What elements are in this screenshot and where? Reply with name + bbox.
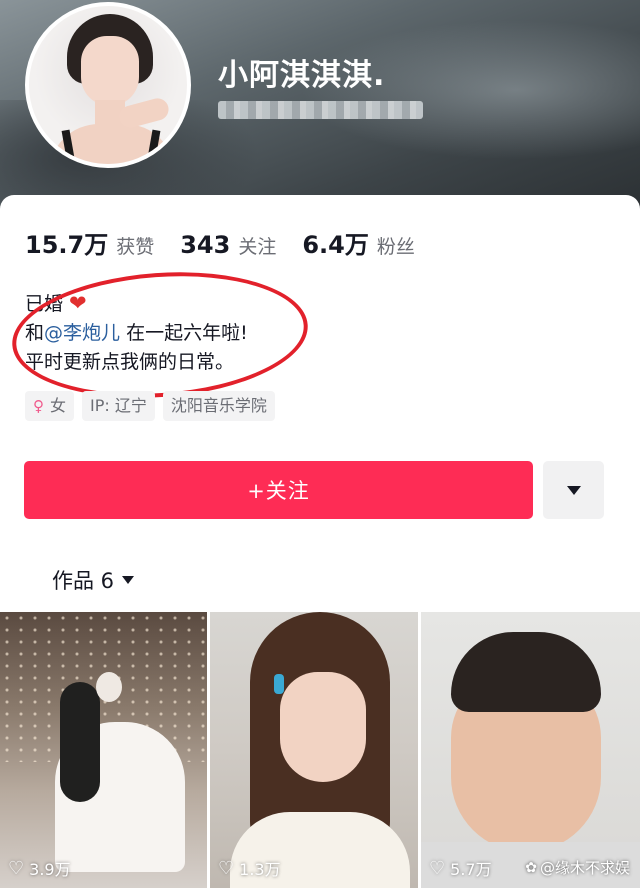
profile-card: 15.7万 获赞 343 关注 6.4万 粉丝 已婚 ❤ 和@李炮儿 在一起六年啦… xyxy=(0,195,640,888)
stat-likes[interactable]: 15.7万 获赞 xyxy=(25,225,154,260)
video-likes: ♡ 1.3万 xyxy=(218,856,281,880)
hair-clip xyxy=(274,674,284,694)
follow-label: +关注 xyxy=(247,479,310,503)
avatar[interactable] xyxy=(25,2,191,168)
stat-label: 粉丝 xyxy=(376,236,415,258)
video-grid: ♡ 3.9万 ♡ 1.3万 ♡ 5.7万 ✿ @缘木不求娱 xyxy=(0,612,640,888)
tag-text: IP: 辽宁 xyxy=(90,396,147,415)
blurred-account-id xyxy=(218,101,423,119)
likes-count: 3.9万 xyxy=(29,860,71,879)
profile-tags: ♀ 女 IP: 辽宁 沈阳音乐学院 xyxy=(25,391,275,421)
triangle-down-icon xyxy=(566,485,581,495)
video-thumbnail[interactable]: ♡ 1.3万 xyxy=(210,612,418,888)
stat-label: 获赞 xyxy=(116,236,155,258)
heart-outline-icon: ♡ xyxy=(429,857,446,879)
tag-gender: ♀ 女 xyxy=(25,391,75,421)
heart-outline-icon: ♡ xyxy=(8,857,25,879)
tag-ip: IP: 辽宁 xyxy=(82,391,155,421)
tag-text: 女 xyxy=(50,396,67,415)
annotation-circle xyxy=(8,262,312,408)
stat-following[interactable]: 343 关注 xyxy=(180,231,276,259)
watermark-text: @缘木不求娱 xyxy=(539,859,630,877)
person-face xyxy=(280,672,366,782)
stat-label: 关注 xyxy=(238,236,277,258)
paw-icon: ✿ xyxy=(525,859,537,876)
video-thumbnail[interactable]: ♡ 3.9万 xyxy=(0,612,207,888)
groom-figure xyxy=(60,682,100,802)
likes-count: 5.7万 xyxy=(450,860,492,879)
stat-value: 15.7万 xyxy=(25,231,109,259)
video-likes: ♡ 3.9万 xyxy=(8,856,71,880)
likes-count: 1.3万 xyxy=(239,860,281,879)
tab-works[interactable]: 作品 6 xyxy=(52,565,135,595)
more-options-button[interactable] xyxy=(543,461,604,519)
stat-value: 343 xyxy=(180,231,231,259)
bride-figure xyxy=(96,672,122,702)
video-thumbnail[interactable]: ♡ 5.7万 ✿ @缘木不求娱 xyxy=(421,612,640,888)
person-hair xyxy=(451,632,601,712)
avatar-face xyxy=(81,36,139,106)
heart-outline-icon: ♡ xyxy=(218,857,235,879)
female-icon: ♀ xyxy=(33,397,44,415)
stat-value: 6.4万 xyxy=(302,231,369,259)
triangle-down-icon xyxy=(122,576,135,584)
video-likes: ♡ 5.7万 xyxy=(429,856,492,880)
follow-button[interactable]: +关注 xyxy=(24,461,533,519)
profile-stats: 15.7万 获赞 343 关注 6.4万 粉丝 xyxy=(25,225,441,260)
tag-school[interactable]: 沈阳音乐学院 xyxy=(162,391,275,421)
nickname: 小阿淇淇淇. xyxy=(218,58,386,93)
watermark: ✿ @缘木不求娱 xyxy=(525,857,630,878)
tag-text: 沈阳音乐学院 xyxy=(170,396,267,415)
stat-followers[interactable]: 6.4万 粉丝 xyxy=(302,225,415,260)
tab-label: 作品 6 xyxy=(52,569,115,593)
